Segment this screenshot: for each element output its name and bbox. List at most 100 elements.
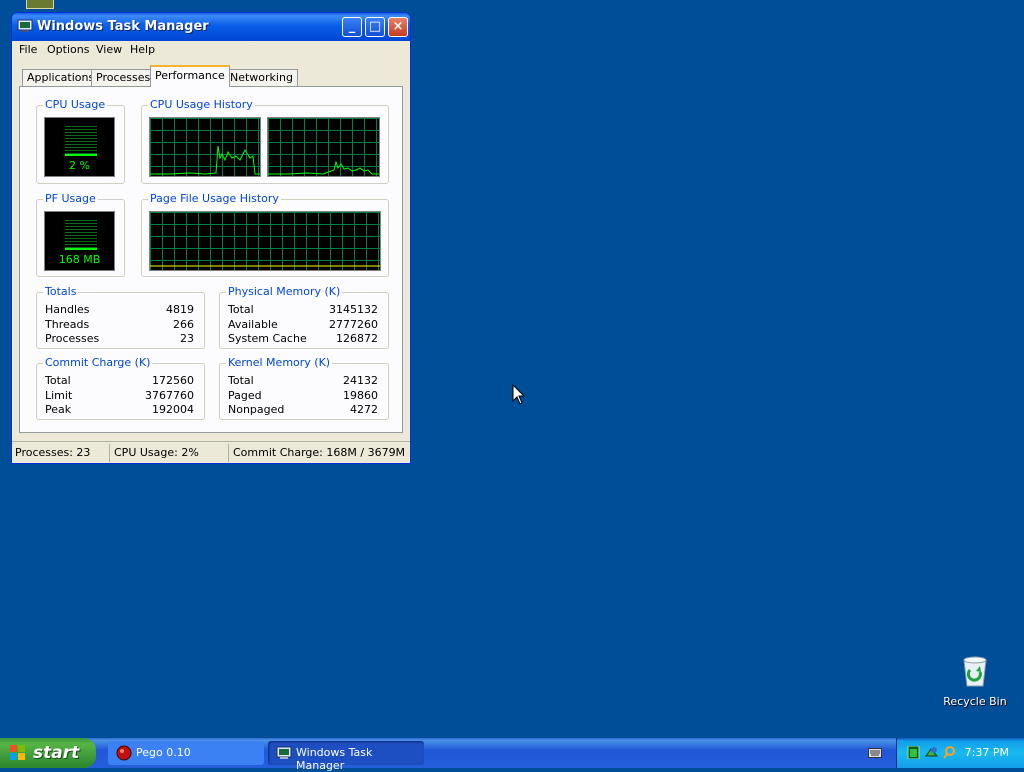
taskbar-item-label: Pego 0.10 — [136, 746, 191, 759]
row-label: Available — [228, 318, 278, 331]
row-label: Threads — [45, 318, 90, 331]
search-icon[interactable] — [943, 746, 956, 759]
menu-view[interactable]: View — [96, 43, 122, 56]
pf-meter-fill — [65, 248, 97, 250]
physical-row-system-cache: System Cache 126872 — [228, 332, 378, 346]
row-label: Processes — [45, 332, 100, 345]
pf-usage-title: PF Usage — [43, 192, 98, 205]
tab-applications[interactable]: Applications — [22, 69, 100, 86]
row-value: 3767760 — [145, 389, 194, 402]
row-value: 172560 — [152, 374, 194, 387]
menu-options[interactable]: Options — [47, 43, 89, 56]
taskbar-item-task-manager[interactable]: Windows Task Manager — [268, 741, 424, 772]
task-manager-taskbar-icon — [276, 746, 292, 759]
row-label: System Cache — [228, 332, 307, 345]
physical-memory-group: Physical Memory (K) Total 3145132 Availa… — [219, 285, 389, 349]
kernel-memory-group: Kernel Memory (K) Total 24132 Paged 1986… — [219, 356, 389, 420]
system-tray: 7:37 PM — [896, 738, 1024, 768]
windows-logo-icon — [10, 745, 25, 760]
row-value: 3145132 — [329, 303, 378, 316]
cpu-history-group: CPU Usage History — [141, 98, 389, 184]
taskbar-item-label: Windows Task Manager — [296, 746, 373, 772]
kernel-row-total: Total 24132 — [228, 374, 378, 388]
recycle-bin-icon — [963, 656, 987, 687]
row-value: 24132 — [343, 374, 378, 387]
desktop-icon-partial[interactable] — [26, 0, 54, 9]
totals-group: Totals Handles 4819 Threads 266 Processe… — [36, 285, 205, 349]
task-manager-window: Windows Task Manager _ □ × File Options … — [11, 12, 411, 464]
commit-charge-group: Commit Charge (K) Total 172560 Limit 376… — [36, 356, 205, 420]
keyboard-icon[interactable] — [868, 747, 882, 759]
tab-networking[interactable]: Networking — [225, 69, 298, 86]
row-value: 2777260 — [329, 318, 378, 331]
totals-row-threads: Threads 266 — [45, 318, 194, 332]
row-label: Paged — [228, 389, 262, 402]
title-bar[interactable]: Windows Task Manager _ □ × — [12, 13, 410, 41]
taskbar-item-pego[interactable]: Pego 0.10 — [108, 741, 264, 765]
tab-strip: Applications Processes Performance Netwo… — [12, 65, 410, 87]
clock[interactable]: 7:37 PM — [965, 746, 1009, 759]
kernel-row-paged: Paged 19860 — [228, 389, 378, 403]
cpu-history-line-2 — [268, 160, 379, 175]
physical-row-total: Total 3145132 — [228, 303, 378, 317]
cpu-history-title: CPU Usage History — [148, 98, 255, 111]
network-icon[interactable] — [925, 746, 938, 759]
menu-file[interactable]: File — [19, 43, 37, 56]
pf-history-graph — [149, 211, 381, 271]
tab-processes[interactable]: Processes — [91, 69, 156, 86]
commit-row-peak: Peak 192004 — [45, 403, 194, 417]
row-label: Limit — [45, 389, 73, 402]
row-label: Total — [228, 374, 254, 387]
cpu-usage-value: 2 % — [69, 159, 90, 172]
cpu-history-graph-2 — [267, 117, 380, 177]
physical-memory-title: Physical Memory (K) — [226, 285, 343, 298]
row-value: 4819 — [166, 303, 194, 316]
task-manager-tray-icon[interactable] — [907, 746, 920, 759]
minimize-button[interactable]: _ — [342, 17, 362, 37]
row-value: 23 — [180, 332, 194, 345]
kernel-row-nonpaged: Nonpaged 4272 — [228, 403, 378, 417]
mouse-cursor-icon — [512, 384, 526, 405]
cpu-meter-fill — [65, 154, 97, 156]
cpu-history-line-1 — [150, 145, 260, 175]
status-commit: Commit Charge: 168M / 3679M — [233, 446, 406, 459]
recycle-bin-shortcut[interactable]: Recycle Bin — [940, 656, 1010, 708]
pf-usage-value: 168 MB — [58, 253, 101, 266]
close-button[interactable]: × — [388, 17, 408, 37]
row-label: Total — [228, 303, 254, 316]
cpu-meter-bars — [65, 126, 97, 156]
maximize-button[interactable]: □ — [365, 17, 385, 37]
cpu-usage-meter: 2 % — [44, 117, 115, 177]
window-title: Windows Task Manager — [37, 19, 209, 34]
cpu-usage-title: CPU Usage — [43, 98, 108, 111]
row-value: 19860 — [343, 389, 378, 402]
pego-app-icon — [116, 745, 132, 761]
status-divider — [109, 444, 110, 462]
start-button[interactable]: start — [0, 738, 96, 768]
pf-history-line — [150, 265, 380, 267]
recycle-bin-label: Recycle Bin — [943, 695, 1007, 708]
pf-meter-bars — [65, 220, 97, 250]
status-cpu: CPU Usage: 2% — [114, 446, 199, 459]
status-processes: Processes: 23 — [15, 446, 91, 459]
pf-usage-meter: 168 MB — [44, 211, 115, 271]
row-value: 266 — [173, 318, 194, 331]
row-label: Peak — [45, 403, 72, 416]
status-bar: Processes: 23 CPU Usage: 2% Commit Charg… — [12, 441, 410, 463]
start-label: start — [33, 743, 80, 763]
kernel-memory-title: Kernel Memory (K) — [226, 356, 333, 369]
totals-row-handles: Handles 4819 — [45, 303, 194, 317]
task-manager-icon — [17, 19, 33, 32]
row-label: Nonpaged — [228, 403, 285, 416]
commit-row-total: Total 172560 — [45, 374, 194, 388]
status-divider — [228, 444, 229, 462]
row-value: 4272 — [350, 403, 378, 416]
pf-history-title: Page File Usage History — [148, 192, 281, 205]
tab-performance[interactable]: Performance — [150, 65, 230, 87]
cpu-history-graph-1 — [149, 117, 261, 177]
commit-charge-title: Commit Charge (K) — [43, 356, 153, 369]
menu-help[interactable]: Help — [130, 43, 155, 56]
row-value: 192004 — [152, 403, 194, 416]
physical-row-available: Available 2777260 — [228, 318, 378, 332]
totals-row-processes: Processes 23 — [45, 332, 194, 346]
